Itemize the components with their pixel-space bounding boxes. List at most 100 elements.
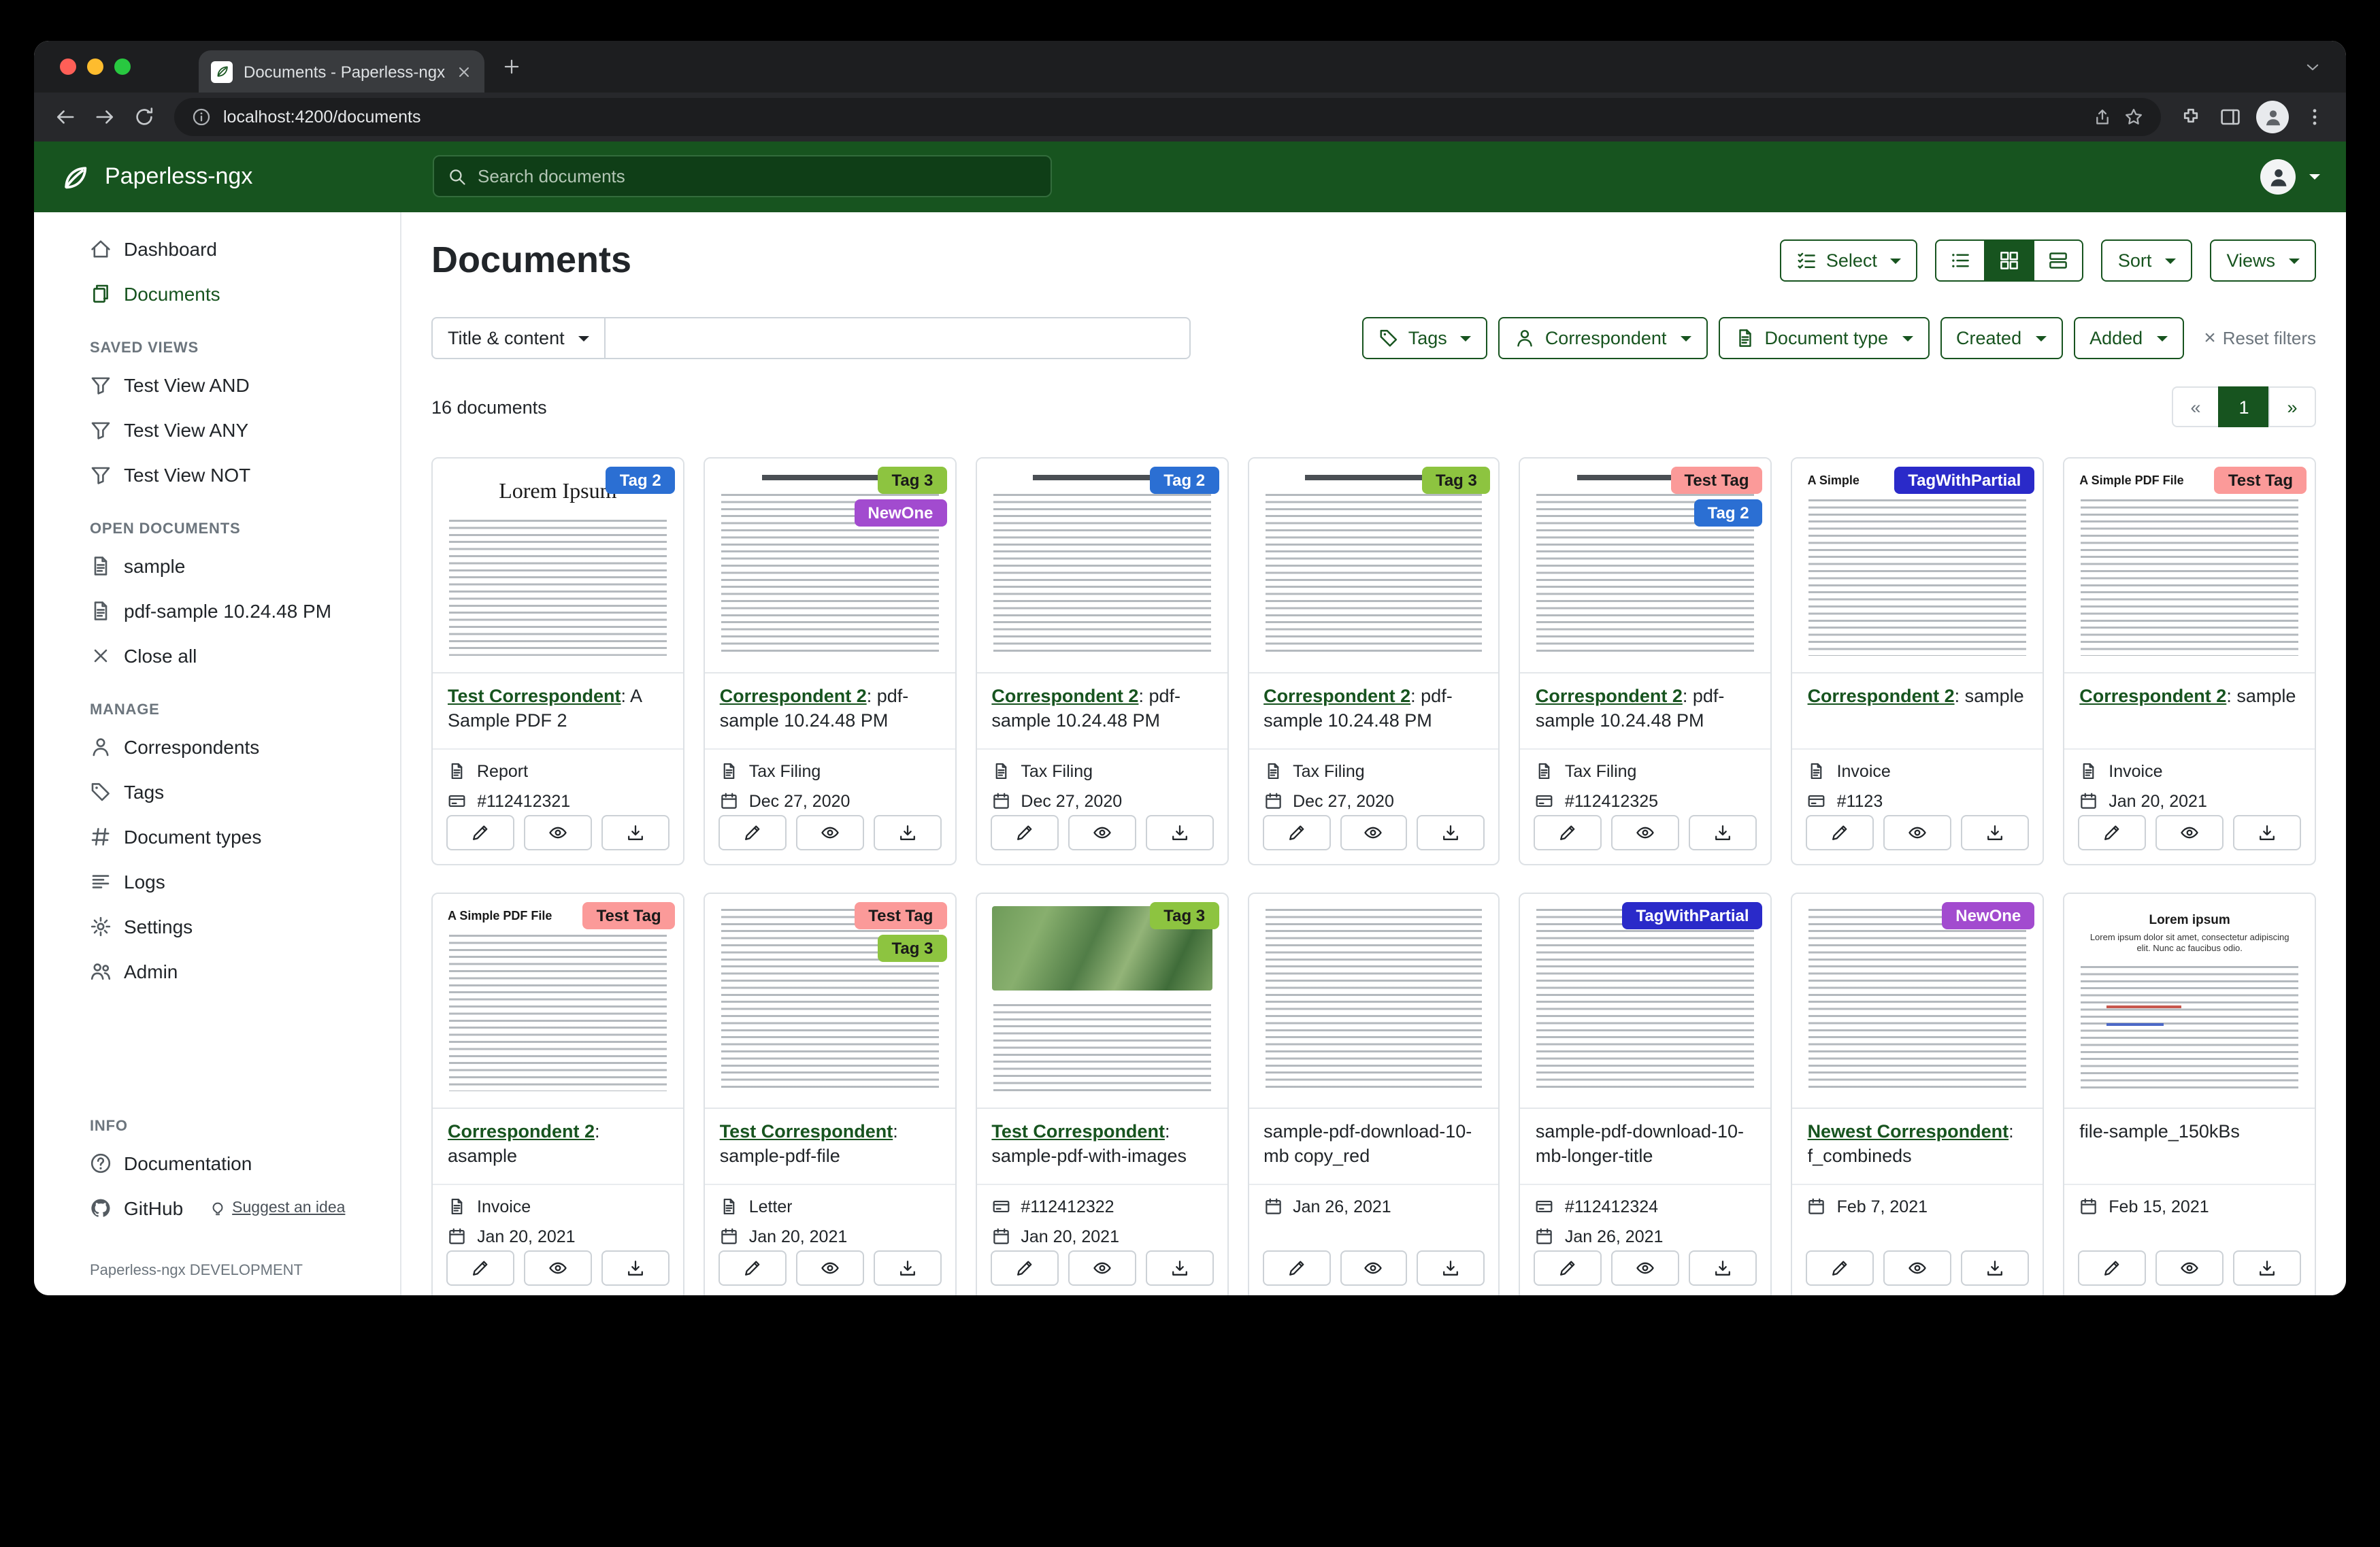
correspondent-link[interactable]: Correspondent 2 [720, 686, 867, 706]
browser-profile-avatar[interactable] [2256, 101, 2289, 133]
sidebar-item-test-view-any[interactable]: Test View ANY [34, 407, 400, 452]
user-menu[interactable] [2260, 159, 2320, 195]
view-button[interactable] [524, 1250, 592, 1286]
reload-button[interactable] [127, 99, 162, 135]
view-button[interactable] [1068, 1250, 1136, 1286]
side-panel-icon[interactable] [2213, 99, 2248, 135]
tag-pill[interactable]: Tag 2 [606, 467, 675, 494]
extensions-icon[interactable] [2173, 99, 2209, 135]
document-card[interactable]: A Simple TagWithPartial Correspondent 2:… [1791, 457, 2045, 865]
app-brand[interactable]: Paperless-ngx [60, 161, 252, 193]
filter-correspondent-button[interactable]: Correspondent [1499, 317, 1708, 359]
document-card[interactable]: NewOne Newest Correspondent: f_combineds… [1791, 893, 2045, 1295]
tag-pill[interactable]: Tag 2 [1150, 467, 1219, 494]
document-card[interactable]: Tag 2 Correspondent 2: pdf-sample 10.24.… [975, 457, 1228, 865]
document-thumbnail[interactable]: A Simple PDF File Test Tag [2064, 459, 2315, 673]
pagination-next[interactable]: » [2268, 386, 2316, 427]
view-button[interactable] [2155, 815, 2224, 850]
view-button[interactable] [1068, 815, 1136, 850]
document-thumbnail[interactable]: Tag 2 [976, 459, 1227, 673]
back-button[interactable] [48, 99, 83, 135]
view-list-button[interactable] [1936, 239, 1986, 282]
download-button[interactable] [1689, 1250, 1757, 1286]
correspondent-link[interactable]: Correspondent 2 [1808, 686, 1955, 706]
correspondent-link[interactable]: Correspondent 2 [448, 1121, 595, 1142]
edit-button[interactable] [1806, 815, 1874, 850]
filter-created-button[interactable]: Created [1940, 317, 2062, 359]
tab-list-chevron-icon[interactable] [2304, 58, 2321, 76]
edit-button[interactable] [1806, 1250, 1874, 1286]
edit-button[interactable] [446, 815, 514, 850]
edit-button[interactable] [1534, 815, 1602, 850]
view-button[interactable] [1612, 1250, 1680, 1286]
tag-pill[interactable]: Tag 3 [878, 935, 947, 962]
tag-pill[interactable]: Test Tag [1670, 467, 1762, 494]
correspondent-link[interactable]: Test Correspondent [720, 1121, 893, 1142]
download-button[interactable] [1417, 1250, 1485, 1286]
sidebar-item-admin[interactable]: Admin [34, 948, 400, 993]
document-thumbnail[interactable]: A Simple PDF File Test Tag [433, 894, 683, 1109]
sidebar-item-documents[interactable]: Documents [34, 271, 400, 316]
document-thumbnail[interactable]: TagWithPartial [1521, 894, 1771, 1109]
view-detail-button[interactable] [2034, 239, 2084, 282]
document-card[interactable]: A Simple PDF File Test Tag Correspondent… [431, 893, 684, 1295]
edit-button[interactable] [990, 1250, 1058, 1286]
view-button[interactable] [1612, 815, 1680, 850]
download-button[interactable] [1961, 815, 2029, 850]
pagination-page-1[interactable]: 1 [2218, 386, 2270, 427]
document-thumbnail[interactable]: Tag 3 [1249, 459, 1499, 673]
document-thumbnail[interactable]: Lorem ipsum Lorem ipsum dolor sit amet, … [2064, 894, 2315, 1109]
document-card[interactable]: Tag 3NewOne Correspondent 2: pdf-sample … [704, 457, 957, 865]
correspondent-link[interactable]: Correspondent 2 [1263, 686, 1410, 706]
sidebar-item-pdf-sample-10-24-48-pm[interactable]: pdf-sample 10.24.48 PM [34, 588, 400, 633]
tag-pill[interactable]: TagWithPartial [1623, 902, 1763, 929]
sidebar-item-document-types[interactable]: Document types [34, 814, 400, 859]
views-button[interactable]: Views [2210, 239, 2316, 282]
edit-button[interactable] [1262, 1250, 1330, 1286]
tag-pill[interactable]: Test Tag [855, 902, 946, 929]
new-tab-button[interactable] [502, 57, 521, 76]
window-zoom-button[interactable] [114, 59, 131, 75]
document-thumbnail[interactable]: NewOne [1793, 894, 2043, 1109]
view-button[interactable] [796, 815, 864, 850]
suggest-idea-link[interactable]: Suggest an idea [209, 1199, 345, 1216]
edit-button[interactable] [718, 815, 787, 850]
tag-pill[interactable]: TagWithPartial [1894, 467, 2034, 494]
sort-button[interactable]: Sort [2102, 239, 2193, 282]
download-button[interactable] [601, 1250, 670, 1286]
correspondent-link[interactable]: Test Correspondent [448, 686, 621, 706]
view-button[interactable] [524, 815, 592, 850]
sidebar-item-test-view-and[interactable]: Test View AND [34, 362, 400, 407]
site-info-icon[interactable] [192, 107, 211, 127]
document-card[interactable]: TagWithPartial sample-pdf-download-10-mb… [1519, 893, 1772, 1295]
download-button[interactable] [874, 1250, 942, 1286]
document-card[interactable]: Test TagTag 2 Correspondent 2: pdf-sampl… [1519, 457, 1772, 865]
document-thumbnail[interactable] [1249, 894, 1499, 1109]
tag-pill[interactable]: Tag 2 [1694, 499, 1763, 527]
tag-pill[interactable]: Tag 3 [1422, 467, 1491, 494]
address-bar[interactable]: localhost:4200/documents [174, 98, 2161, 136]
edit-button[interactable] [1262, 815, 1330, 850]
window-minimize-button[interactable] [87, 59, 103, 75]
sidebar-item-settings[interactable]: Settings [34, 903, 400, 948]
view-grid-button[interactable] [1985, 239, 2035, 282]
document-card[interactable]: sample-pdf-download-10-mb copy_red Jan 2… [1247, 893, 1500, 1295]
document-card[interactable]: A Simple PDF File Test Tag Correspondent… [2063, 457, 2316, 865]
download-button[interactable] [1145, 1250, 1213, 1286]
document-thumbnail[interactable]: Test Tag Tag 3 [705, 894, 955, 1109]
edit-button[interactable] [718, 1250, 787, 1286]
download-button[interactable] [874, 815, 942, 850]
document-card[interactable]: Lorem Ipsum Tag 2 Test Correspondent: A … [431, 457, 684, 865]
reset-filters-button[interactable]: × Reset filters [2204, 328, 2316, 348]
document-card[interactable]: Tag 3 Correspondent 2: pdf-sample 10.24.… [1247, 457, 1500, 865]
download-button[interactable] [2233, 1250, 2301, 1286]
document-thumbnail[interactable]: Tag 3NewOne [705, 459, 955, 673]
view-button[interactable] [1883, 1250, 1951, 1286]
download-button[interactable] [1145, 815, 1213, 850]
tag-pill[interactable]: Tag 3 [1150, 902, 1219, 929]
correspondent-link[interactable]: Newest Correspondent [1808, 1121, 2009, 1142]
view-button[interactable] [1883, 815, 1951, 850]
document-card[interactable]: Test TagTag 3 Test Correspondent: sample… [704, 893, 957, 1295]
tag-pill[interactable]: NewOne [1942, 902, 2034, 929]
correspondent-link[interactable]: Correspondent 2 [1536, 686, 1683, 706]
